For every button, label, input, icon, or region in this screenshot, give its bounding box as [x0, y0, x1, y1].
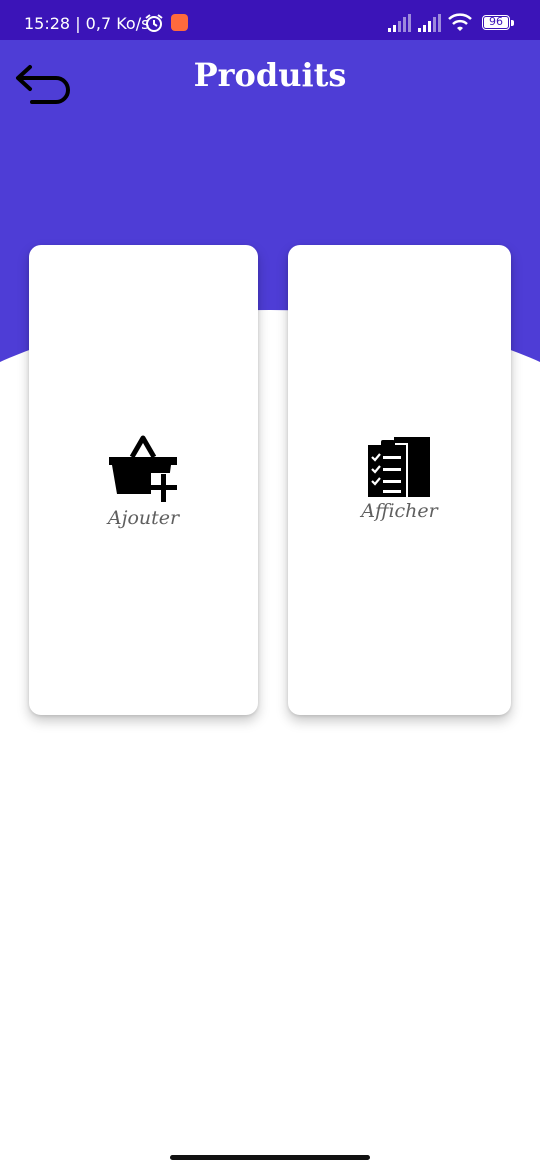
clipboard-checklist-icon [368, 437, 430, 497]
status-bar: 15:28 | 0,7 Ko/s 96 [0, 0, 540, 40]
alarm-icon [144, 13, 164, 37]
signal-icon [388, 14, 412, 36]
page-title: Produits [193, 56, 347, 94]
add-product-card[interactable]: Ajouter [29, 245, 258, 715]
view-products-card[interactable]: Afficher [288, 245, 511, 715]
basket-plus-icon [109, 435, 181, 503]
battery-icon: 96 [482, 15, 510, 30]
add-label: Ajouter [107, 507, 180, 529]
status-time: 15:28 | 0,7 Ko/s [24, 14, 150, 33]
app-notification-icon [171, 14, 188, 31]
battery-tip [511, 20, 514, 26]
view-label: Afficher [361, 500, 438, 522]
wifi-icon [448, 13, 472, 37]
battery-level: 96 [489, 15, 503, 28]
signal-icon-2 [418, 14, 442, 36]
home-indicator[interactable] [170, 1155, 370, 1160]
